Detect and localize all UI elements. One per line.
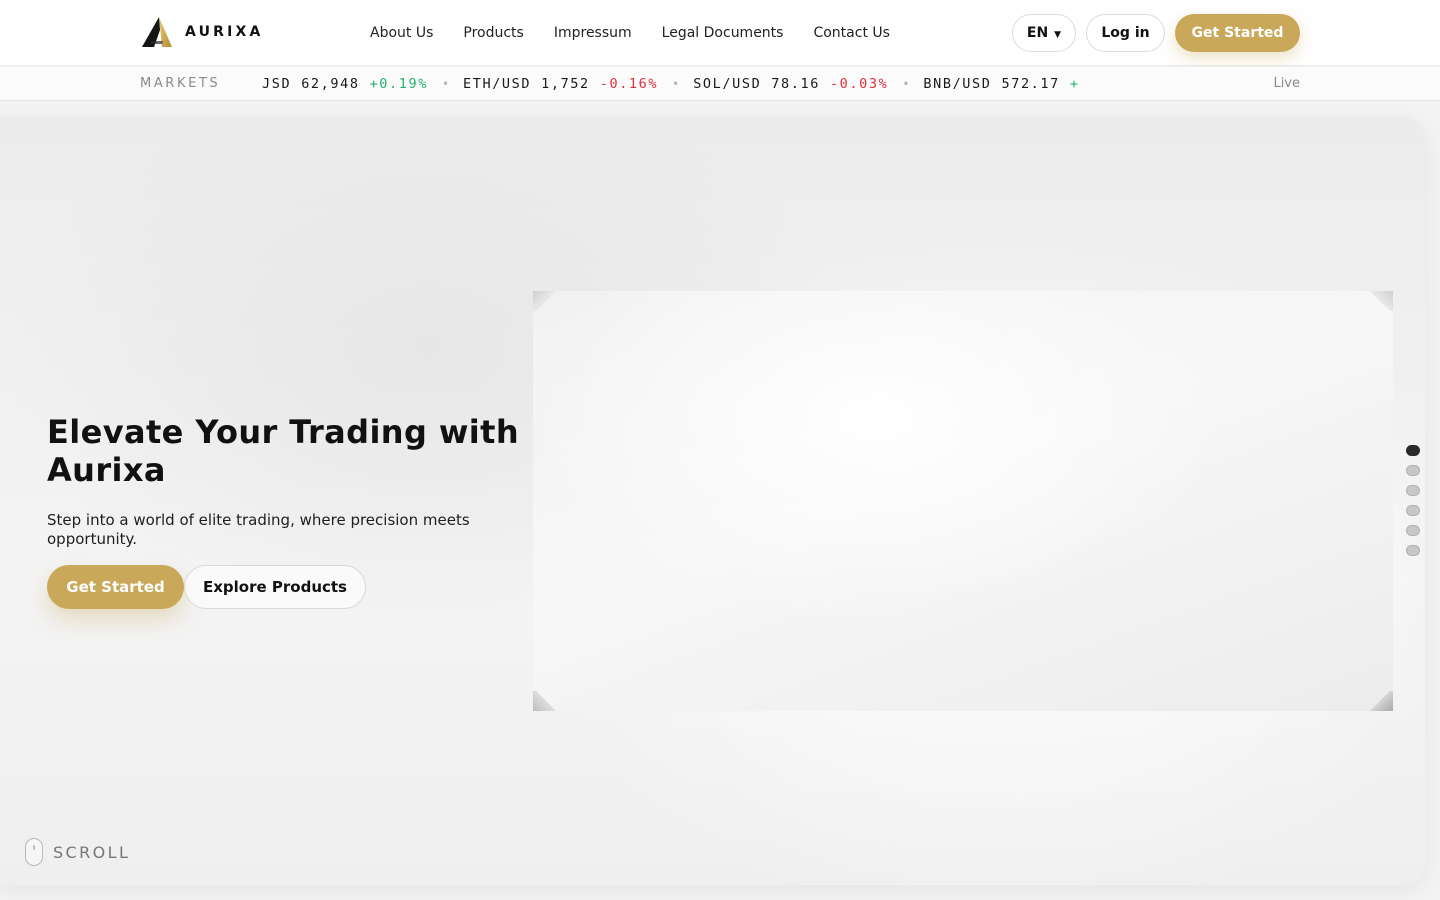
language-value: EN xyxy=(1026,25,1049,41)
hero-subtitle: Step into a world of elite trading, wher… xyxy=(47,511,470,548)
ticker-separator: • xyxy=(441,77,450,91)
ticker-item: SOL/USD 78.16 -0.03% xyxy=(693,76,888,92)
nav-about-us[interactable]: About Us xyxy=(370,25,433,41)
ticker-change: + xyxy=(1069,76,1080,92)
slide-dot[interactable] xyxy=(1406,525,1420,536)
nav-legal-documents[interactable]: Legal Documents xyxy=(662,25,784,41)
brand-logo[interactable]: AURIXA xyxy=(141,16,264,48)
ticker-separator: • xyxy=(902,77,910,91)
frame-corner-top-right xyxy=(1367,291,1393,311)
ticker-track: JSD 62,948 +0.19% • ETH/USD 1,752 -0.16% • SOL/U… xyxy=(262,67,1168,101)
frame-corner-top-left xyxy=(533,291,559,311)
slide-pagination xyxy=(1406,445,1422,556)
slide-dot[interactable] xyxy=(1406,485,1420,496)
slide-dot[interactable] xyxy=(1406,545,1420,556)
login-button[interactable]: Log in xyxy=(1086,14,1165,52)
aurixa-logo-icon xyxy=(142,17,172,47)
ticker-change: +0.19% xyxy=(369,76,428,92)
main-nav: About Us Products Impressum Legal Docume… xyxy=(370,0,890,66)
nav-products[interactable]: Products xyxy=(463,25,523,41)
ticker-item: JSD 62,948 +0.19% xyxy=(262,76,428,92)
ticker-price: 572.17 xyxy=(1001,76,1060,92)
hero-get-started-button[interactable]: Get Started xyxy=(47,565,184,609)
ticker-live-status: Live xyxy=(1273,76,1300,91)
frame-corner-bottom-right xyxy=(1367,691,1393,711)
frame-corner-bottom-left xyxy=(533,691,559,711)
scroll-label: SCROLL xyxy=(53,842,131,862)
ticker-price: 1,752 xyxy=(541,76,590,92)
mouse-icon xyxy=(25,838,43,866)
explore-products-button[interactable]: Explore Products xyxy=(184,565,366,609)
ticker-pair: ETH/USD xyxy=(463,76,532,92)
ticker-pair: BNB/USD xyxy=(923,76,992,92)
slide-dot[interactable] xyxy=(1406,445,1420,456)
ticker-pair: JSD xyxy=(262,76,292,92)
ticker-pair: SOL/USD xyxy=(693,76,762,92)
slide-dot[interactable] xyxy=(1406,505,1420,516)
ticker-separator: • xyxy=(672,77,680,91)
ticker-change: -0.16% xyxy=(599,76,659,92)
caret-down-icon: ▼ xyxy=(1054,29,1062,40)
scroll-hint[interactable]: SCROLL xyxy=(25,838,130,866)
nav-impressum[interactable]: Impressum xyxy=(554,25,632,41)
nav-contact-us[interactable]: Contact Us xyxy=(813,25,889,41)
market-ticker: MARKETS JSD 62,948 +0.19% • ETH/USD 1,752 -0.1… xyxy=(0,67,1440,101)
hero-visual-frame xyxy=(533,291,1393,711)
ticker-label: MARKETS xyxy=(140,76,221,91)
brand-name: AURIXA xyxy=(185,24,264,40)
header-get-started-button[interactable]: Get Started xyxy=(1175,14,1300,52)
language-selector[interactable]: EN ▼ xyxy=(1012,14,1076,52)
ticker-item: BNB/USD 572.17 + xyxy=(923,76,1079,92)
ticker-row: JSD 62,948 +0.19% • ETH/USD 1,752 -0.16% • SOL/U… xyxy=(262,67,1168,101)
slide-dot[interactable] xyxy=(1406,465,1420,476)
ticker-item: ETH/USD 1,752 -0.16% xyxy=(463,76,658,92)
ticker-change: -0.03% xyxy=(829,76,889,92)
ticker-price: 62,948 xyxy=(301,76,360,92)
ticker-price: 78.16 xyxy=(771,76,820,92)
site-header: AURIXA About Us Products Impressum Legal… xyxy=(0,0,1440,66)
hero-section: Elevate Your Trading with Aurixa Step in… xyxy=(0,117,1425,885)
hero-title: Elevate Your Trading with Aurixa xyxy=(47,413,520,489)
